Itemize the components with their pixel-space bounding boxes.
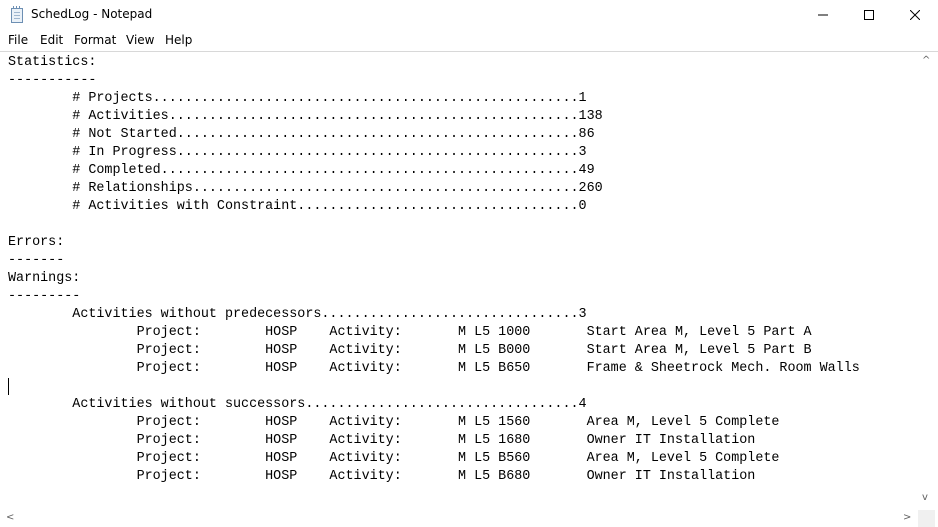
- text-line: [8, 378, 918, 396]
- close-icon: [910, 10, 920, 20]
- text-line: # Projects..............................…: [8, 91, 587, 106]
- text-line: Project: HOSP Activity: M L5 1680 Owner …: [8, 433, 756, 448]
- text-line: # Activities with Constraint............…: [8, 199, 587, 214]
- text-line: Project: HOSP Activity: M L5 B680 Owner …: [8, 469, 756, 484]
- size-grip[interactable]: [918, 510, 935, 527]
- text-editor[interactable]: Statistics: ----------- # Projects.......…: [0, 51, 938, 527]
- text-caret: [8, 378, 9, 395]
- text-line: Activities without predecessors.........…: [8, 307, 587, 322]
- scroll-left-icon[interactable]: <: [6, 512, 14, 523]
- text-line: Project: HOSP Activity: M L5 B560 Area M…: [8, 451, 780, 466]
- scroll-up-icon[interactable]: ^: [922, 55, 930, 66]
- text-line: -------: [8, 253, 65, 268]
- scroll-right-icon[interactable]: >: [903, 512, 911, 523]
- text-line: # Completed.............................…: [8, 163, 595, 178]
- text-line: Project: HOSP Activity: M L5 B650 Frame …: [8, 361, 860, 376]
- menu-bar: File Edit Format View Help: [0, 30, 938, 51]
- editor-text[interactable]: Statistics: ----------- # Projects.......…: [8, 54, 918, 502]
- text-line: Statistics:: [8, 55, 97, 70]
- minimize-button[interactable]: [800, 0, 846, 30]
- text-line: ---------: [8, 289, 81, 304]
- text-line: Project: HOSP Activity: M L5 B000 Start …: [8, 343, 812, 358]
- text-line: Project: HOSP Activity: M L5 1000 Start …: [8, 325, 812, 340]
- close-button[interactable]: [892, 0, 938, 30]
- menu-view[interactable]: View: [126, 33, 154, 47]
- minimize-icon: [818, 14, 828, 16]
- text-line: Warnings:: [8, 271, 81, 286]
- text-line: Project: HOSP Activity: M L5 1560 Area M…: [8, 415, 780, 430]
- menu-format[interactable]: Format: [74, 33, 116, 47]
- text-line: [8, 216, 918, 234]
- vertical-scrollbar[interactable]: ^ v: [918, 52, 935, 510]
- maximize-icon: [864, 10, 874, 20]
- notepad-icon: [11, 6, 23, 23]
- text-line: # Activities............................…: [8, 109, 603, 124]
- horizontal-scrollbar[interactable]: < >: [0, 510, 918, 527]
- text-line: Errors:: [8, 235, 65, 250]
- menu-help[interactable]: Help: [165, 33, 192, 47]
- text-line: # Relationships.........................…: [8, 181, 603, 196]
- maximize-button[interactable]: [846, 0, 892, 30]
- text-line: -----------: [8, 73, 97, 88]
- text-line: # In Progress...........................…: [8, 145, 587, 160]
- scroll-down-icon[interactable]: v: [922, 492, 928, 503]
- text-line: # Not Started...........................…: [8, 127, 595, 142]
- menu-file[interactable]: File: [8, 33, 28, 47]
- title-bar: SchedLog - Notepad: [0, 0, 938, 30]
- window-title: SchedLog - Notepad: [31, 7, 153, 21]
- menu-edit[interactable]: Edit: [40, 33, 63, 47]
- text-line: Activities without successors...........…: [8, 397, 587, 412]
